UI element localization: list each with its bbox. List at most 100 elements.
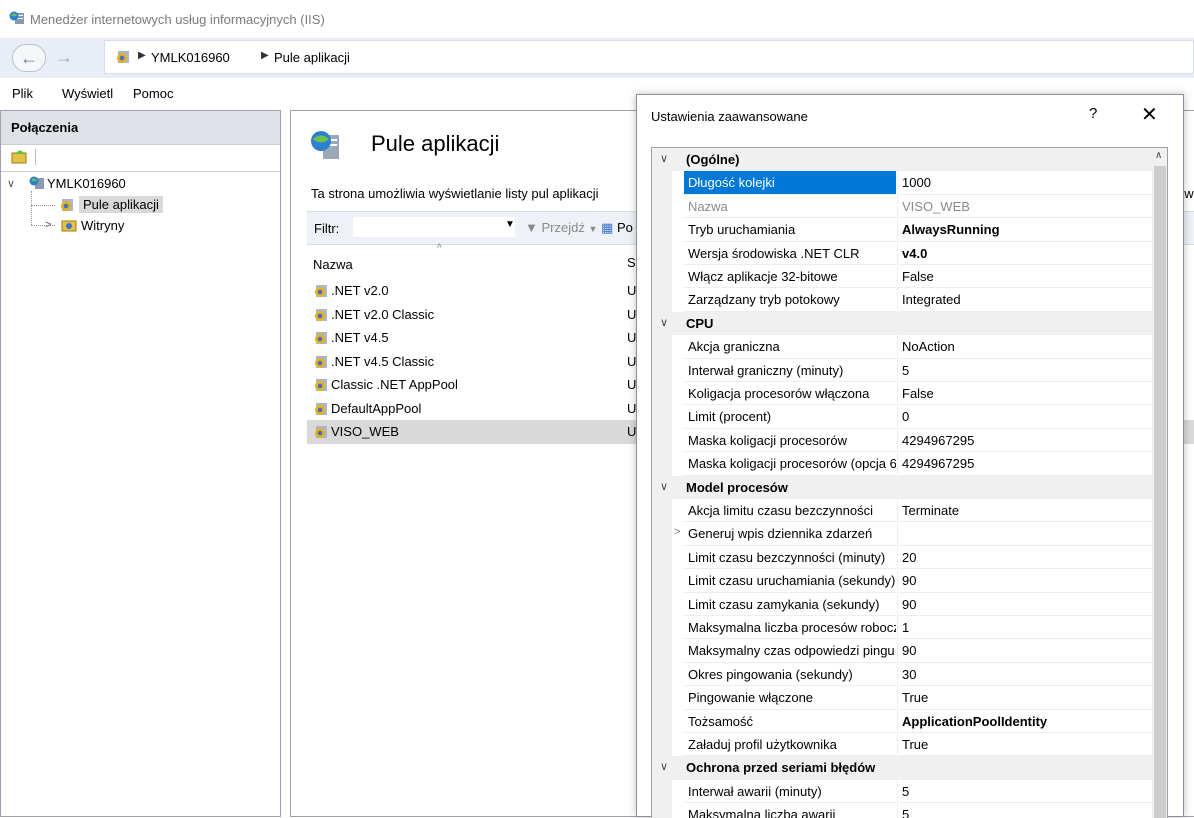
property-row[interactable]: Limit (procent) 0 (652, 405, 1152, 429)
property-row[interactable]: Limit czasu zamykania (sekundy) 90 (652, 592, 1152, 616)
menu-view[interactable]: Wyświetl (62, 86, 113, 101)
property-value[interactable]: 30 (897, 662, 1152, 687)
property-value[interactable]: 4294967295 (897, 428, 1152, 453)
row-gutter (652, 569, 672, 593)
breadcrumb-server[interactable]: YMLK016960 (151, 50, 230, 65)
show-all-label: Po (616, 220, 633, 235)
filter-input[interactable] (353, 217, 515, 237)
tree-label-sites: Witryny (81, 218, 125, 233)
property-row[interactable]: Limit czasu uruchamiania (sekundy) 90 (652, 569, 1152, 593)
back-button[interactable]: ← (12, 44, 46, 72)
property-value[interactable]: Integrated (897, 288, 1152, 312)
property-value[interactable]: 1000 (897, 171, 1152, 195)
dropdown-arrow-icon[interactable]: ▼ (505, 219, 515, 230)
dialog-title: Ustawienia zaawansowane (651, 109, 808, 124)
property-value[interactable]: True (897, 686, 1152, 710)
property-row[interactable]: Akcja limitu czasu bezczynności Terminate (652, 499, 1152, 523)
property-value[interactable]: 90 (897, 592, 1152, 616)
row-gutter (652, 288, 672, 312)
grid-scrollbar[interactable]: ∧ (1152, 148, 1167, 818)
property-value[interactable]: 5 (897, 358, 1152, 382)
menu-help[interactable]: Pomoc (133, 86, 173, 101)
app-pools-large-icon (309, 129, 343, 166)
help-button[interactable]: ? (1089, 105, 1097, 122)
app-pool-status: U (627, 400, 637, 416)
property-value[interactable]: AlwaysRunning (897, 218, 1152, 242)
property-value[interactable]: 1 (897, 616, 1152, 640)
property-value[interactable]: VISO_WEB (897, 194, 1152, 219)
property-row[interactable]: Maska koligacji procesorów (opcja 64-bit… (652, 452, 1152, 476)
scroll-up-icon[interactable]: ∧ (1155, 150, 1162, 161)
property-value[interactable]: True (897, 733, 1152, 757)
property-row[interactable]: Tożsamość ApplicationPoolIdentity (652, 709, 1152, 733)
property-value[interactable]: v4.0 (897, 241, 1152, 265)
chevron-right-icon[interactable]: > (45, 219, 51, 231)
chevron-down-icon[interactable]: ∨ (660, 760, 668, 773)
app-pool-icon (59, 197, 75, 216)
property-value[interactable]: False (897, 382, 1152, 406)
menu-file[interactable]: Plik (12, 86, 33, 101)
property-category[interactable]: ∨ (Ogólne) (652, 148, 1152, 172)
arrow-left-icon: ← (20, 48, 38, 68)
property-row[interactable]: Okres pingowania (sekundy) 30 (652, 662, 1152, 687)
filter-label: Filtr: (314, 221, 340, 236)
property-value[interactable]: NoAction (897, 335, 1152, 359)
property-value[interactable]: 5 (897, 803, 1152, 818)
close-icon[interactable]: ✕ (1141, 102, 1158, 127)
goto-button[interactable]: ▼ Przejdź ▼ ▦ Po (525, 220, 633, 236)
property-row[interactable]: Maska koligacji procesorów 4294967295 (652, 428, 1152, 453)
property-row[interactable]: Maksymalna liczba procesów roboczych1 (652, 616, 1152, 640)
forward-button[interactable]: → (48, 44, 80, 70)
row-gutter (652, 428, 672, 453)
property-value[interactable]: False (897, 265, 1152, 289)
chevron-down-icon[interactable]: ∨ (660, 480, 668, 493)
property-category[interactable]: ∨ Ochrona przed seriami błędów (652, 756, 1152, 780)
property-row[interactable]: Zarządzany tryb potokowy Integrated (652, 288, 1152, 312)
chevron-right-icon[interactable]: > (674, 526, 680, 538)
property-name: Limit czasu uruchamiania (sekundy) (684, 569, 896, 593)
property-value[interactable]: 90 (897, 639, 1152, 663)
property-value[interactable] (897, 522, 1152, 546)
property-row[interactable]: Interwał graniczny (minuty) 5 (652, 358, 1152, 382)
property-name: Pingowanie włączone (684, 686, 896, 710)
connections-toolbar (1, 145, 280, 172)
property-row[interactable]: Długość kolejki 1000 (652, 171, 1152, 195)
chevron-down-icon[interactable]: ∨ (660, 316, 668, 329)
property-value[interactable]: ApplicationPoolIdentity (897, 709, 1152, 733)
scroll-thumb[interactable] (1154, 166, 1166, 818)
property-row[interactable]: Maksymalna liczba awarii 5 (652, 803, 1152, 818)
property-row[interactable]: Koligacja procesorów włączona False (652, 382, 1152, 406)
address-field[interactable]: ▶ YMLK016960 ▶ Pule aplikacji (104, 40, 1194, 74)
window-titlebar: Menedżer internetowych usług informacyjn… (0, 0, 1194, 38)
property-row[interactable]: Interwał awarii (minuty) 5 (652, 779, 1152, 804)
start-page-icon[interactable] (11, 149, 29, 168)
property-row[interactable]: Maksymalny czas odpowiedzi pingu 90 (652, 639, 1152, 663)
property-value[interactable]: 0 (897, 405, 1152, 429)
property-value[interactable]: 4294967295 (897, 452, 1152, 476)
app-pool-icon (313, 283, 329, 302)
property-value[interactable]: 5 (897, 779, 1152, 804)
property-value[interactable]: Terminate (897, 499, 1152, 523)
property-row[interactable]: Włącz aplikacje 32-bitowe False (652, 265, 1152, 289)
sites-folder-icon (61, 218, 77, 235)
property-name: Tożsamość (684, 710, 896, 733)
property-category[interactable]: ∨ CPU (652, 311, 1152, 336)
property-row[interactable]: Pingowanie włączone True (652, 686, 1152, 710)
property-row[interactable]: Nazwa VISO_WEB (652, 194, 1152, 219)
chevron-down-icon[interactable]: ∨ (660, 152, 668, 165)
category-name: CPU (686, 315, 714, 331)
breadcrumb-pools[interactable]: Pule aplikacji (274, 50, 350, 65)
property-row[interactable]: Akcja graniczna NoAction (652, 335, 1152, 359)
property-row[interactable]: Wersja środowiska .NET CLR v4.0 (652, 241, 1152, 265)
property-row[interactable]: Tryb uruchamiania AlwaysRunning (652, 218, 1152, 242)
property-name: Włącz aplikacje 32-bitowe (684, 265, 896, 289)
property-row[interactable]: Limit czasu bezczynności (minuty) 20 (652, 545, 1152, 570)
property-value[interactable]: 20 (897, 545, 1152, 570)
property-row[interactable]: Załaduj profil użytkownika True (652, 733, 1152, 757)
breadcrumb-separator-icon: ▶ (138, 50, 146, 61)
property-row[interactable]: > Generuj wpis dziennika zdarzeń (652, 522, 1152, 546)
property-value[interactable]: 90 (897, 569, 1152, 593)
column-header-name[interactable]: Nazwa (313, 257, 353, 272)
property-category[interactable]: ∨ Model procesów (652, 475, 1152, 499)
chevron-down-icon[interactable]: ∨ (7, 177, 15, 190)
